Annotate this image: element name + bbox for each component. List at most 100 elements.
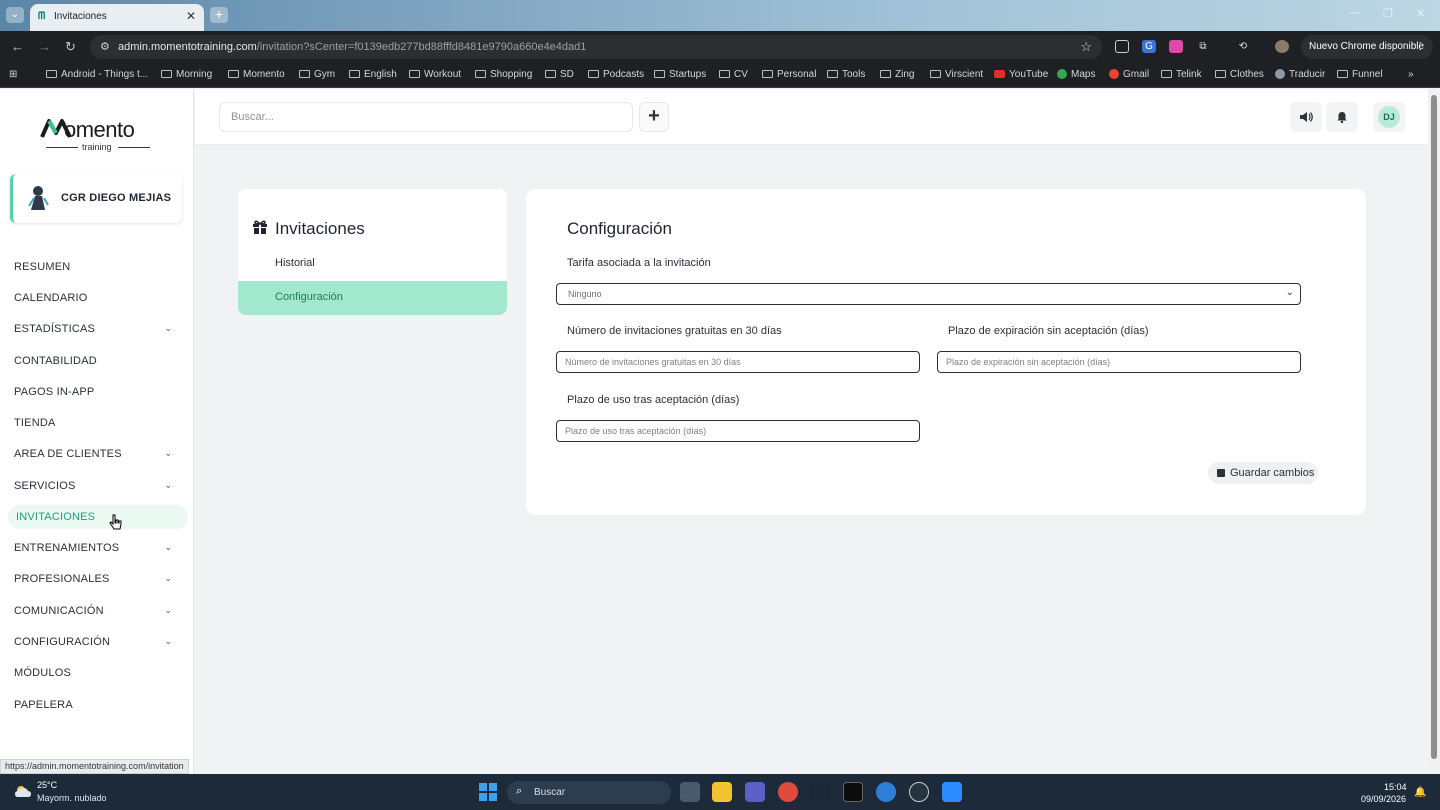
tarifa-select[interactable]: Ninguno ⌄ (556, 283, 1301, 305)
steam-icon[interactable] (810, 782, 830, 802)
chevron-down-icon: ⌄ (164, 448, 172, 458)
bookmark-folder[interactable]: Clothes (1215, 69, 1264, 80)
reload-icon[interactable]: ↻ (65, 39, 76, 55)
center-selector[interactable]: CGR DIEGO MEJIAS (10, 174, 182, 223)
bookmark-star-icon[interactable]: ☆ (1080, 39, 1092, 55)
history-icon[interactable]: ⟲ (1236, 40, 1250, 53)
browser-toolbar: ← → ↻ ⚙ admin.momentotraining.com/invita… (0, 31, 1440, 62)
notification-bell-icon[interactable]: 🔔 (1414, 787, 1426, 798)
task-view-icon[interactable] (680, 782, 700, 802)
bookmark-folder[interactable]: Zing (880, 69, 914, 80)
teams-icon[interactable] (745, 782, 765, 802)
sidebar-item-contabilidad[interactable]: CONTABILIDAD (8, 349, 188, 373)
app-store-icon[interactable] (876, 782, 896, 802)
uso-input[interactable] (556, 420, 920, 442)
file-explorer-icon[interactable] (712, 782, 732, 802)
restore-icon[interactable]: ❐ (1383, 7, 1393, 20)
bookmark-folder[interactable]: Tools (827, 69, 865, 80)
tab-close-icon[interactable]: ✕ (186, 9, 196, 23)
bookmark-folder[interactable]: Shopping (475, 69, 532, 80)
sidebar-item-label: ENTRENAMIENTOS (14, 542, 120, 554)
momento-logo[interactable]: omento training (40, 115, 160, 155)
profile-avatar-icon[interactable] (1275, 40, 1289, 53)
translate-extension-icon[interactable]: G (1142, 40, 1156, 53)
bookmark-folder[interactable]: Workout (409, 69, 461, 80)
more-bookmarks-icon[interactable]: » (1408, 69, 1414, 80)
save-button[interactable]: Guardar cambios (1208, 462, 1318, 484)
terminal-icon[interactable] (843, 782, 863, 802)
bookmark-folder[interactable]: Gym (299, 69, 335, 80)
notifications-button[interactable] (1326, 102, 1358, 132)
bookmark-folder[interactable]: Morning (161, 69, 212, 80)
search-input[interactable]: Buscar... (219, 102, 633, 132)
add-button[interactable]: + (639, 102, 669, 132)
chatgpt-icon[interactable] (909, 782, 929, 802)
subnav-item-label: Configuración (275, 291, 343, 303)
bookmark-folder[interactable]: Personal (762, 69, 816, 80)
tab-search-button[interactable]: ⌄ (6, 7, 24, 23)
window-close-icon[interactable]: ✕ (1416, 7, 1425, 20)
extension-icon[interactable] (1169, 40, 1183, 53)
zoom-icon[interactable] (942, 782, 962, 802)
sidebar-item-resumen[interactable]: RESUMEN (8, 255, 188, 279)
taskbar-search[interactable]: ⌕ Buscar (507, 781, 671, 804)
extensions-puzzle-icon[interactable]: ⧉ (1196, 40, 1210, 53)
sidebar-item-configuracion[interactable]: CONFIGURACIÓN ⌄ (8, 630, 188, 654)
scrollbar-thumb[interactable] (1431, 95, 1437, 759)
bookmark-folder[interactable]: SD (545, 69, 574, 80)
sidebar-item-servicios[interactable]: SERVICIOS ⌄ (8, 474, 188, 498)
sidebar-item-label: MÓDULOS (14, 667, 72, 679)
bookmark-folder[interactable]: Android - Things t... (46, 69, 148, 80)
clock-date: 09/09/2026 (1361, 794, 1407, 804)
bookmark-maps[interactable]: Maps (1057, 69, 1095, 80)
page-scrollbar[interactable] (1428, 89, 1440, 774)
sidebar-item-tienda[interactable]: TIENDA (8, 411, 188, 435)
subnav-item-configuracion[interactable]: Configuración (238, 281, 507, 315)
sidebar-item-area-de-clientes[interactable]: AREA DE CLIENTES ⌄ (8, 442, 188, 466)
bookmark-youtube[interactable]: YouTube (994, 69, 1048, 80)
address-bar[interactable]: ⚙ admin.momentotraining.com/invitation?s… (90, 35, 1102, 59)
user-avatar-button[interactable]: DJ (1373, 102, 1405, 132)
new-tab-button[interactable]: + (210, 7, 228, 23)
sidebar-item-comunicacion[interactable]: COMUNICACIÓN ⌄ (8, 599, 188, 623)
sidebar-item-entrenamientos[interactable]: ENTRENAMIENTOS ⌄ (8, 536, 188, 560)
back-icon[interactable]: ← (11, 39, 24, 54)
center-name: CGR DIEGO MEJIAS (61, 192, 172, 204)
bookmark-folder[interactable]: Startups (654, 69, 706, 80)
sidebar-item-modulos[interactable]: MÓDULOS (8, 661, 188, 685)
gratuitas-input[interactable] (556, 351, 920, 373)
expiracion-input[interactable] (937, 351, 1301, 373)
chrome-update-button[interactable]: Nuevo Chrome disponible ⋮ (1301, 35, 1433, 59)
sidebar-item-papelera[interactable]: PAPELERA (8, 693, 188, 717)
windows-start-icon[interactable] (479, 783, 497, 801)
sidebar-item-label: TIENDA (14, 417, 56, 429)
bookmark-gmail[interactable]: Gmail (1109, 69, 1149, 80)
browser-tab[interactable]: ᗰ Invitaciones ✕ (30, 4, 204, 31)
bookmark-folder[interactable]: Momento (228, 69, 285, 80)
sidebar-item-invitaciones[interactable]: INVITACIONES (8, 505, 188, 529)
bookmark-folder[interactable]: Funnel (1337, 69, 1383, 80)
bookmark-folder[interactable]: CV (719, 69, 748, 80)
bookmark-folder[interactable]: Podcasts (588, 69, 644, 80)
url-text: admin.momentotraining.com/invitation?sCe… (118, 41, 587, 53)
sidebar-item-estadisticas[interactable]: ESTADÍSTICAS ⌄ (8, 317, 188, 341)
sidebar-item-pagos-in-app[interactable]: PAGOS IN-APP (8, 380, 188, 404)
sidebar-item-calendario[interactable]: CALENDARIO (8, 286, 188, 310)
bookmark-folder[interactable]: Telink (1161, 69, 1202, 80)
screenshot-extension-icon[interactable] (1115, 40, 1129, 53)
chrome-icon[interactable] (778, 782, 798, 802)
search-placeholder: Buscar... (231, 111, 274, 123)
sidebar-item-profesionales[interactable]: PROFESIONALES ⌄ (8, 567, 188, 591)
cloud-sun-icon[interactable] (14, 784, 32, 798)
save-button-label: Guardar cambios (1230, 467, 1315, 479)
apps-grid-icon[interactable]: ⊞ (9, 69, 17, 80)
bookmark-traducir[interactable]: Traducir (1275, 69, 1325, 80)
page-title: Configuración (567, 219, 672, 238)
site-info-icon[interactable]: ⚙ (100, 40, 110, 53)
forward-icon[interactable]: → (38, 39, 51, 54)
sound-button[interactable] (1290, 102, 1322, 132)
minimize-icon[interactable]: — (1349, 7, 1360, 19)
bookmark-folder[interactable]: Virscient (930, 69, 983, 80)
bookmark-folder[interactable]: English (349, 69, 397, 80)
subnav-item-historial[interactable]: Historial (238, 247, 507, 281)
